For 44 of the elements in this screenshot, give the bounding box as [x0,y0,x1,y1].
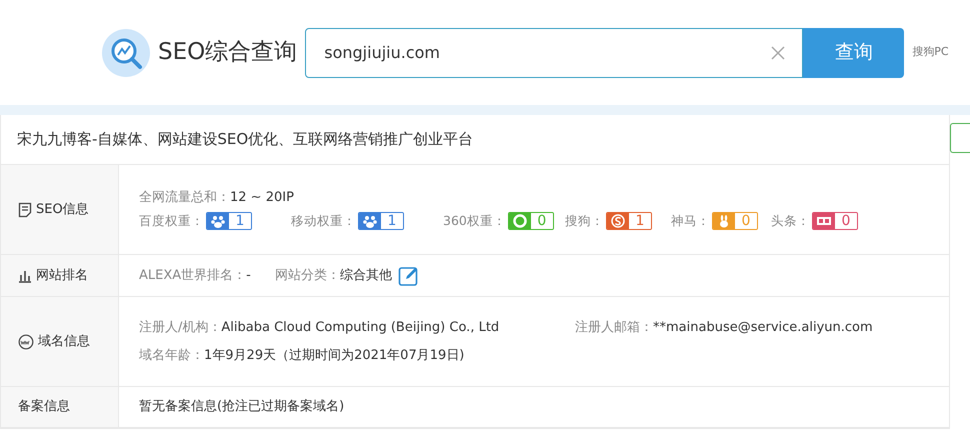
field-value: - [246,268,251,283]
field-label: 头条： [771,212,810,230]
field-value: Alibaba Cloud Computing (Beijing) Co., Ltd [221,320,500,335]
side-button[interactable] [950,123,970,153]
edit-icon [398,264,420,286]
field-value: **mainabuse@service.aliyun.com [653,320,873,335]
bar-chart-icon [18,268,32,282]
weight-badge: 0 [712,212,758,230]
globe-icon [18,334,34,350]
paw-icon [362,213,378,230]
field-label: 搜狗： [565,212,604,230]
record-text: 暂无备案信息(抢注已过期备案域名) [139,398,346,416]
weight-badge: 1 [206,212,252,230]
paw-icon [210,213,226,230]
field-label: 注册人邮箱： [575,320,653,335]
field-label: 网站分类： [274,268,340,283]
weight-badge: 0 [812,212,858,230]
weight-badge: 1 [358,212,404,230]
s-logo-icon [610,213,626,230]
search-button[interactable]: 查询 [803,28,904,78]
ring-icon [512,213,528,230]
field-label: 域名年龄： [139,348,204,362]
field-value: 12 ~ 20IP [230,190,294,206]
page-title: SEO综合查询 [158,38,298,68]
logo-icon [102,28,150,76]
field-label: 注册人/机构： [139,320,222,335]
field-label: 全网流量总和： [139,190,230,206]
section-label: 备案信息 [18,398,70,416]
side-link[interactable]: 搜狗PC [912,44,949,61]
field-label: 360权重： [443,212,506,230]
search-field[interactable]: songjiujiu.com [305,28,804,78]
field-label: 神马： [671,212,710,230]
weight-badge: 0 [508,212,554,230]
field-label: 百度权重： [139,212,204,230]
field-value: 1年9月29天（过期时间为2021年07月19日) [204,348,464,362]
close-icon[interactable] [771,46,786,60]
field-label: ALEXA世界排名： [139,268,246,283]
field-value: 综合其他 [340,268,392,283]
weight-badge: 1 [606,212,652,230]
section-label: 网站排名 [36,266,88,285]
section-label: SEO信息 [36,200,89,219]
section-label: 域名信息 [38,332,90,351]
document-icon [18,202,32,218]
field-label: 移动权重： [291,212,356,230]
